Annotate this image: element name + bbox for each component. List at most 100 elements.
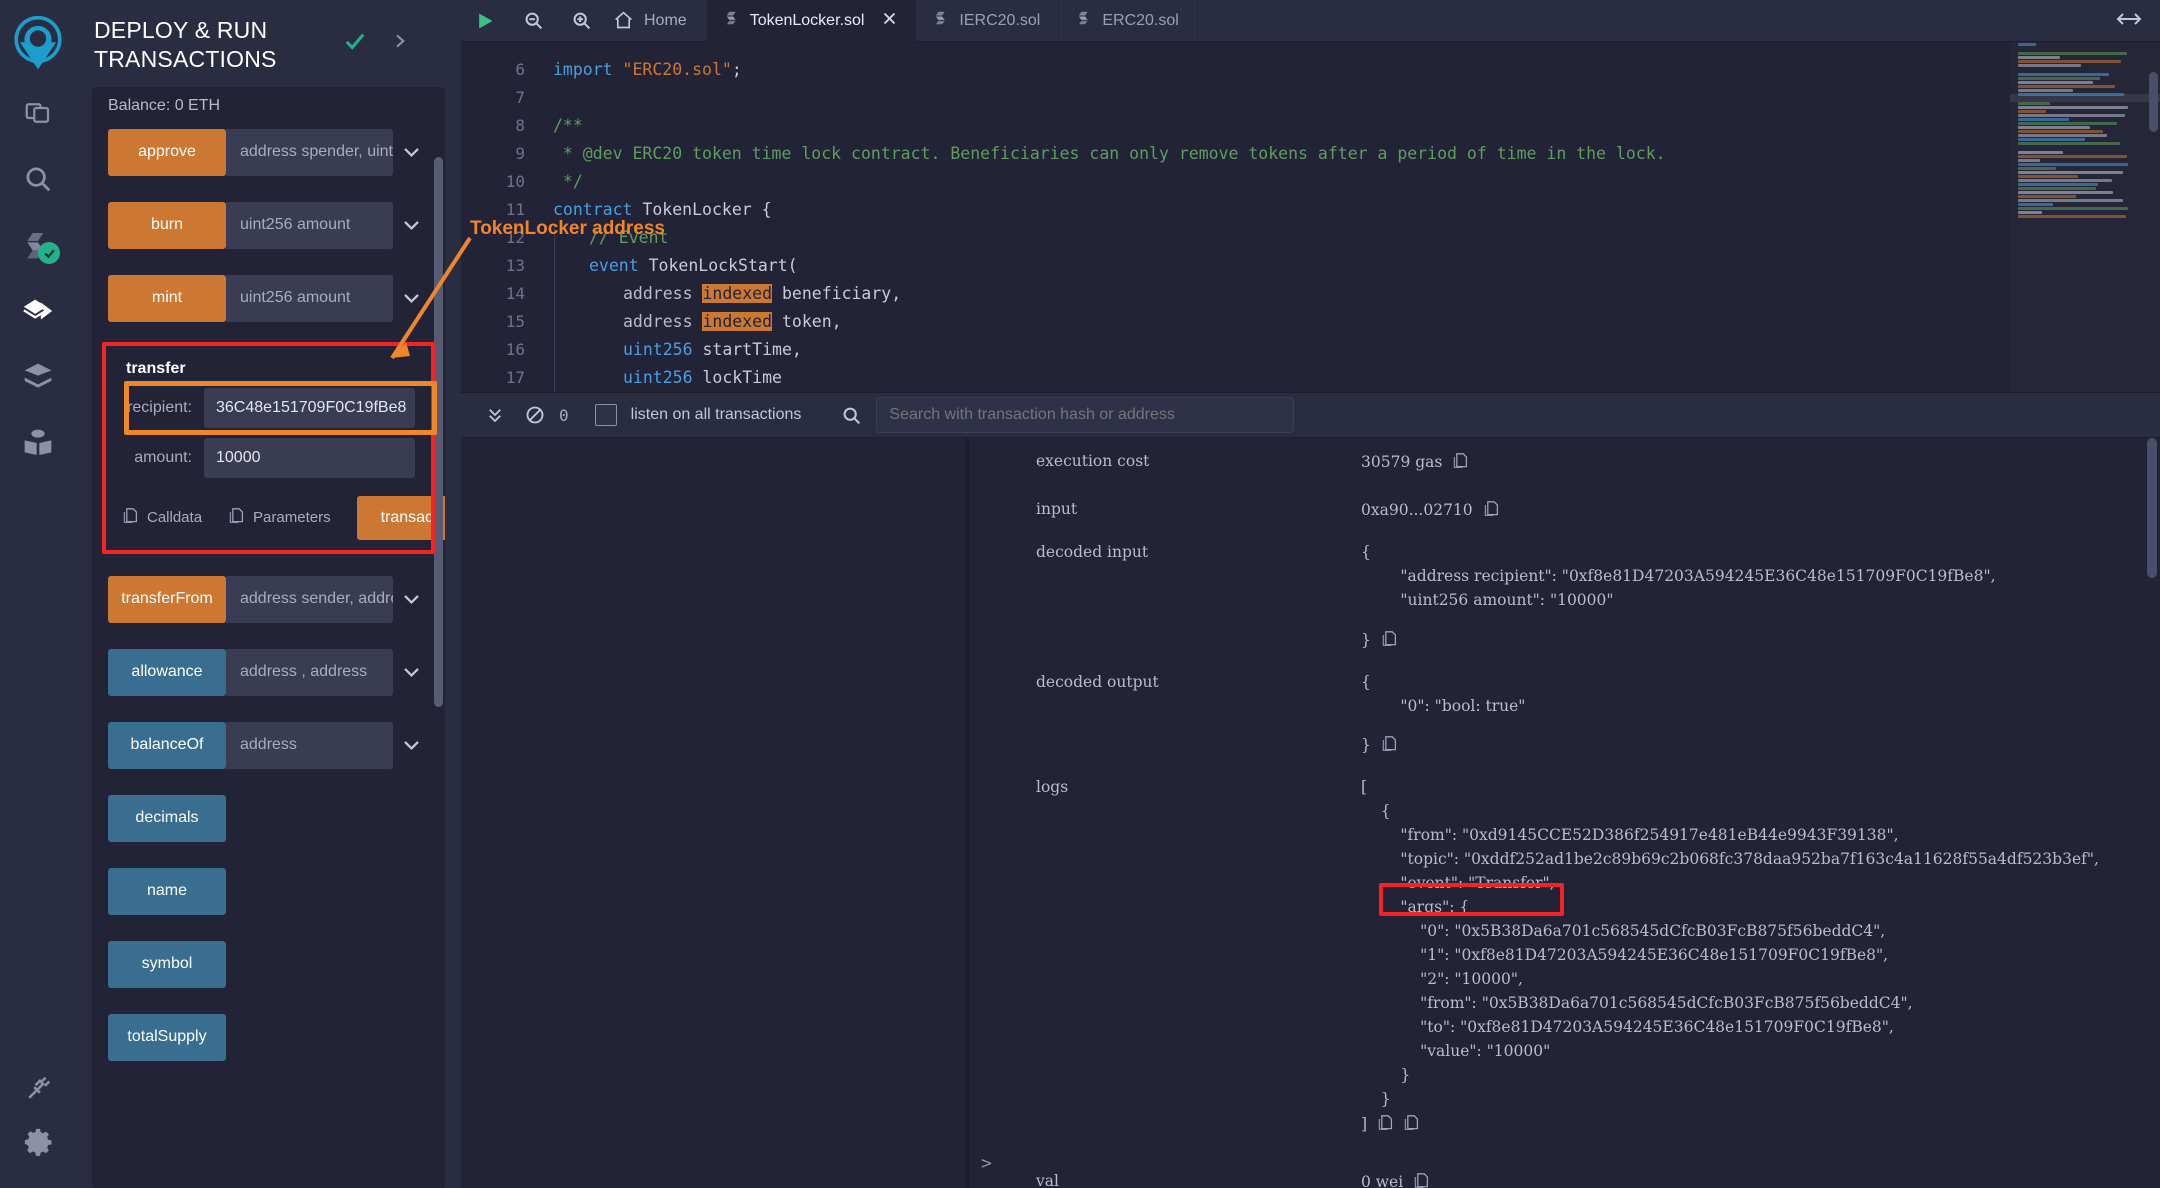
chevron-down-icon[interactable] — [393, 576, 429, 623]
function-button-transferFrom[interactable]: transferFrom — [108, 576, 226, 623]
minimap-line — [2018, 102, 2050, 105]
minimap-line — [2018, 118, 2069, 121]
tab-tokenlocker-sol[interactable]: TokenLocker.sol — [707, 0, 917, 42]
run-icon[interactable] — [461, 0, 509, 42]
code-token: indexed — [702, 284, 772, 303]
transact-button[interactable]: transact — [357, 496, 445, 540]
function-button-balanceOf[interactable]: balanceOf — [108, 722, 226, 769]
editor-vertical-scrollbar[interactable] — [2149, 72, 2158, 132]
minimap-line — [2018, 191, 2113, 194]
minimap-line — [2018, 77, 2100, 80]
chevron-down-icon[interactable] — [393, 649, 429, 696]
function-input-burn[interactable]: uint256 amount — [226, 202, 393, 249]
listen-all-transactions-checkbox[interactable] — [595, 404, 617, 426]
function-input-approve[interactable]: address spender, uint2 — [226, 129, 393, 176]
copy-icon[interactable] — [1413, 1172, 1429, 1188]
tab-erc20-sol[interactable]: ERC20.sol — [1059, 0, 1197, 42]
tab-ierc20-sol[interactable]: IERC20.sol — [916, 0, 1059, 42]
deploy-run-icon[interactable] — [2, 278, 74, 344]
terminal-vertical-scrollbar[interactable] — [2147, 438, 2157, 578]
function-button-name[interactable]: name — [108, 868, 226, 915]
minimap-line — [2018, 215, 2126, 218]
settings-gear-icon[interactable] — [2, 1122, 74, 1188]
home-tab[interactable]: Home — [605, 10, 707, 31]
chevron-down-icon[interactable] — [393, 722, 429, 769]
transfer-field-input-recipient[interactable]: 36C48e151709F0C19fBe8 — [204, 388, 415, 428]
zoom-out-icon[interactable] — [509, 0, 557, 42]
code-token: startTime, — [693, 340, 802, 359]
function-input-allowance[interactable]: address , address — [226, 649, 393, 696]
function-button-allowance[interactable]: allowance — [108, 649, 226, 696]
minimap-line — [2018, 207, 2128, 210]
chevron-down-icon[interactable] — [393, 275, 429, 322]
search-icon[interactable] — [2, 146, 74, 212]
code-minimap[interactable] — [2010, 42, 2160, 392]
transfer-field-label-recipient: recipient: — [118, 399, 204, 417]
transfer-field-label-amount: amount: — [118, 449, 204, 467]
chevron-double-down-icon[interactable] — [475, 392, 515, 438]
copy-parameters-button[interactable]: Parameters — [228, 507, 331, 529]
zoom-in-icon[interactable] — [557, 0, 605, 42]
function-input-balanceOf[interactable]: address — [226, 722, 393, 769]
copy-icon[interactable] — [1483, 500, 1499, 522]
chevron-down-icon[interactable] — [393, 129, 429, 176]
solidity-compiler-icon[interactable] — [2, 212, 74, 278]
function-button-symbol[interactable]: symbol — [108, 941, 226, 988]
transaction-search-input[interactable] — [876, 397, 1294, 433]
code-line: address indexed token, — [554, 308, 2010, 336]
panel-scroll-area[interactable]: Balance: 0 ETH approveaddress spender, u… — [92, 87, 445, 1188]
copy-icon[interactable] — [1381, 735, 1397, 757]
terminal-prompt[interactable]: > — [981, 1153, 992, 1174]
function-button-approve[interactable]: approve — [108, 129, 226, 176]
copy-calldata-button[interactable]: Calldata — [122, 507, 202, 529]
chevron-right-icon[interactable] — [392, 32, 407, 53]
detail-value: "to": "0xf8e81D47203A594245E36C48e151709… — [1361, 1018, 1894, 1036]
line-number: 7 — [461, 84, 525, 112]
detail-value: { — [1361, 543, 1371, 561]
copy-icon[interactable] — [1452, 452, 1468, 474]
transfer-function-panel: transferrecipient:36C48e151709F0C19fBe8a… — [108, 348, 429, 550]
solidity-file-icon — [1077, 9, 1092, 32]
function-row-burn: burnuint256 amount — [92, 202, 445, 249]
minimap-line — [2018, 106, 2128, 109]
search-icon[interactable] — [841, 405, 862, 426]
copy-icon[interactable] — [1377, 1114, 1393, 1136]
chevron-down-icon[interactable] — [393, 202, 429, 249]
copy-icon[interactable] — [1403, 1114, 1419, 1136]
check-icon[interactable] — [344, 30, 366, 55]
debugger-icon[interactable] — [2, 344, 74, 410]
panel-scrollbar[interactable] — [434, 157, 443, 707]
calldata-label: Calldata — [147, 509, 202, 526]
panel-title: DEPLOY & RUN TRANSACTIONS — [94, 16, 344, 75]
file-explorer-icon[interactable] — [2, 80, 74, 146]
function-button-totalSupply[interactable]: totalSupply — [108, 1014, 226, 1061]
function-button-burn[interactable]: burn — [108, 202, 226, 249]
copy-icon[interactable] — [1381, 630, 1397, 652]
detail-value: "address recipient": "0xf8e81D47203A5942… — [1361, 567, 1996, 585]
code-editor[interactable]: 67891011121314151617 import "ERC20.sol";… — [461, 42, 2160, 392]
function-button-mint[interactable]: mint — [108, 275, 226, 322]
code-token: ; — [732, 60, 742, 79]
remix-logo-icon[interactable] — [2, 8, 74, 80]
plugin-library-icon[interactable] — [2, 410, 74, 476]
detail-key: logs — [1036, 778, 1068, 796]
minimap-line — [2018, 171, 2123, 174]
transfer-field-input-amount[interactable]: 10000 — [204, 438, 415, 478]
code-token: indexed — [702, 312, 772, 331]
plugin-plug-icon[interactable] — [2, 1056, 74, 1122]
minimap-line — [2018, 81, 2093, 84]
icon-rail — [0, 0, 76, 1188]
detail-value: [ — [1361, 778, 1367, 796]
function-row-allowance: allowanceaddress , address — [92, 649, 445, 696]
expand-horizontal-icon[interactable] — [2116, 10, 2142, 31]
line-number: 13 — [461, 252, 525, 280]
no-entry-icon[interactable] — [515, 392, 555, 438]
function-button-decimals[interactable]: decimals — [108, 795, 226, 842]
function-input-mint[interactable]: uint256 amount — [226, 275, 393, 322]
function-input-transferFrom[interactable]: address sender, addres — [226, 576, 393, 623]
detail-key: decoded output — [1036, 673, 1159, 691]
code-text[interactable]: import "ERC20.sol"; /** * @dev ERC20 tok… — [539, 42, 2010, 392]
close-icon[interactable] — [882, 11, 897, 31]
detail-value: "topic": "0xddf252ad1be2c89b69c2b068fc37… — [1361, 850, 2099, 868]
terminal-output[interactable]: execution cost30579 gasinput0xa90...0271… — [461, 438, 2160, 1188]
